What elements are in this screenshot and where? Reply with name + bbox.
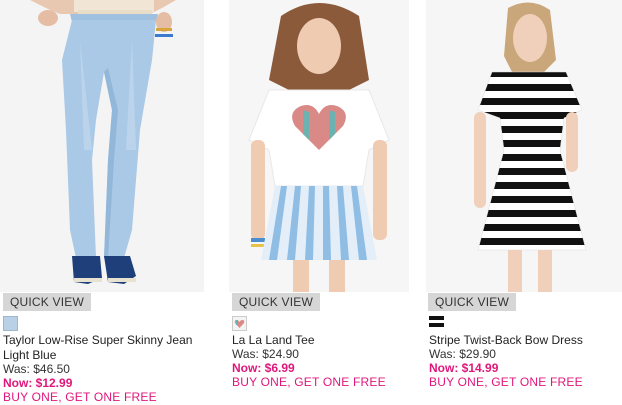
model-in-light-blue-skinny-jeans-image bbox=[0, 0, 204, 292]
product-card: QUICK VIEW Taylor Low-Rise Super Skinny … bbox=[0, 0, 204, 404]
product-name-link[interactable]: La La Land Tee bbox=[232, 333, 315, 347]
product-name[interactable]: La La Land Tee bbox=[232, 333, 315, 348]
stripe-swatch-icon bbox=[429, 316, 444, 331]
original-price: Was: $24.90 bbox=[232, 347, 299, 361]
sale-price: Now: $6.99 bbox=[232, 361, 295, 375]
original-price: Was: $46.50 bbox=[3, 362, 70, 376]
promo-text[interactable]: BUY ONE, GET ONE FREE bbox=[3, 390, 157, 405]
quick-view-button[interactable]: QUICK VIEW bbox=[232, 293, 321, 311]
product-image[interactable] bbox=[426, 0, 622, 292]
promo-text[interactable]: BUY ONE, GET ONE FREE bbox=[429, 375, 583, 390]
product-card: QUICK VIEW Stripe Twist-Back Bow Dress W… bbox=[426, 0, 622, 389]
model-in-black-white-stripe-dress-image bbox=[426, 0, 622, 292]
quick-view-button[interactable]: QUICK VIEW bbox=[3, 293, 92, 311]
model-in-heart-print-tee-and-striped-skirt-image bbox=[229, 0, 409, 292]
product-name[interactable]: Stripe Twist-Back Bow Dress bbox=[429, 333, 583, 348]
product-card: QUICK VIEW La La Land Tee Was: $24.90 No… bbox=[229, 0, 409, 389]
product-color-name: Light Blue bbox=[3, 348, 57, 362]
color-swatch[interactable] bbox=[429, 316, 444, 331]
sale-price: Now: $12.99 bbox=[3, 376, 73, 390]
color-swatch[interactable] bbox=[232, 316, 247, 331]
product-image[interactable] bbox=[229, 0, 409, 292]
quick-view-button[interactable]: QUICK VIEW bbox=[428, 293, 517, 311]
sale-price: Now: $14.99 bbox=[429, 361, 499, 375]
color-swatch[interactable] bbox=[3, 316, 18, 331]
product-name[interactable]: Taylor Low-Rise Super Skinny Jean Light … bbox=[3, 333, 203, 363]
promo-text[interactable]: BUY ONE, GET ONE FREE bbox=[232, 375, 386, 390]
product-name-link[interactable]: Taylor Low-Rise Super Skinny Jean bbox=[3, 333, 192, 347]
product-image[interactable] bbox=[0, 0, 204, 292]
heart-print-swatch-icon bbox=[233, 317, 246, 330]
original-price: Was: $29.90 bbox=[429, 347, 496, 361]
product-name-link[interactable]: Stripe Twist-Back Bow Dress bbox=[429, 333, 583, 347]
